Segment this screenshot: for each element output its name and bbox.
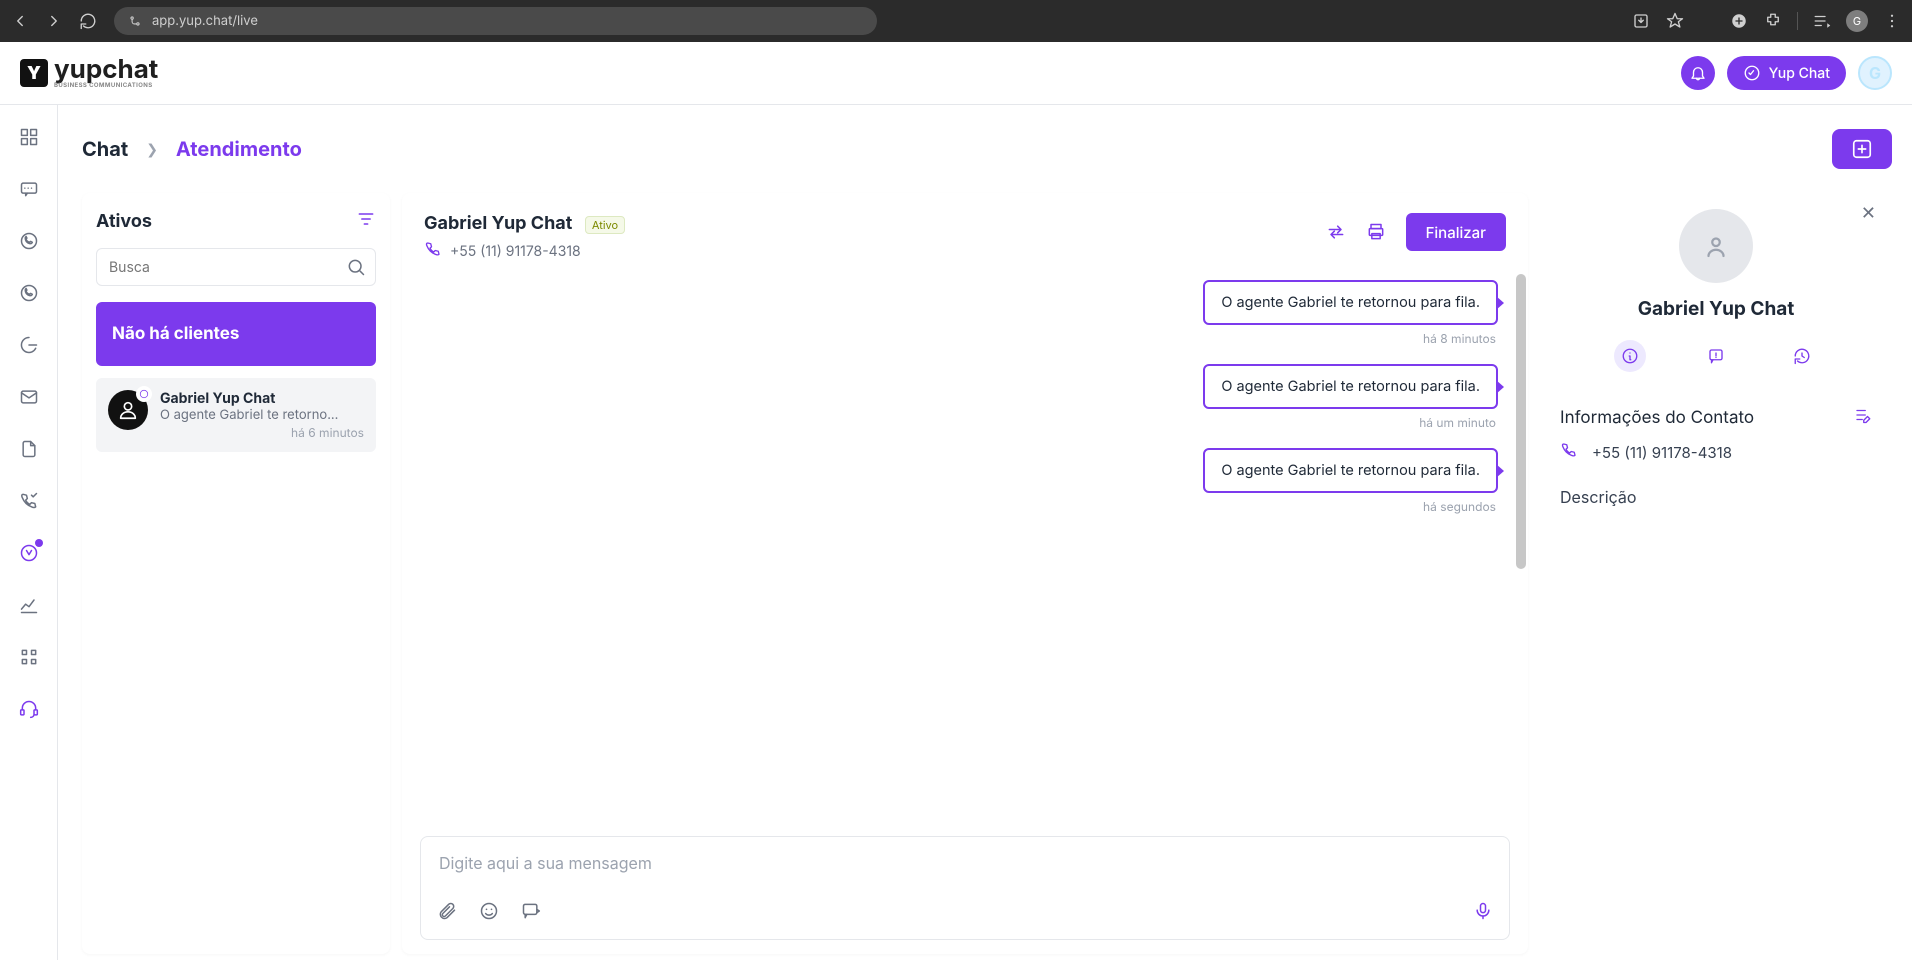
whatsapp-badge-icon (136, 386, 152, 402)
search-input[interactable] (96, 248, 376, 286)
google-icon[interactable] (17, 333, 41, 357)
status-badge: Ativo (585, 216, 625, 234)
chat-item-avatar (108, 390, 148, 430)
breadcrumb-current: Atendimento (176, 137, 302, 161)
message-time: há um minuto (1419, 415, 1496, 430)
filter-icon[interactable] (356, 209, 376, 234)
conversation-panel: Gabriel Yup Chat Ativo +55 (11) 91178-43… (402, 193, 1528, 954)
contact-name: Gabriel Yup Chat (1560, 297, 1872, 320)
tab-info[interactable] (1614, 340, 1646, 372)
app-topbar: Y yupchat BUSINESS COMMUNICATIONS Yup Ch… (0, 42, 1912, 105)
message-composer (420, 836, 1510, 940)
yup-chat-label: Yup Chat (1769, 65, 1830, 82)
email-icon[interactable] (17, 385, 41, 409)
brand-name: yupchat (54, 57, 158, 83)
sms-icon[interactable] (17, 177, 41, 201)
analytics-icon[interactable] (17, 593, 41, 617)
chat-item-preview: O agente Gabriel te retorno... (160, 407, 364, 423)
browser-menu-icon[interactable] (1882, 11, 1902, 31)
messages-scroll[interactable]: O agente Gabriel te retornou para fila. … (402, 274, 1528, 830)
support-icon[interactable] (17, 697, 41, 721)
dashboard-icon[interactable] (17, 125, 41, 149)
apps-icon[interactable] (17, 645, 41, 669)
scrollbar-thumb[interactable] (1516, 274, 1526, 569)
message-time: há 8 minutos (1423, 331, 1496, 346)
no-clients-banner: Não há clientes (96, 302, 376, 366)
emoji-icon[interactable] (479, 901, 499, 925)
browser-url-text: app.yup.chat/live (152, 13, 258, 29)
description-title: Descrição (1560, 487, 1872, 507)
brand-logo[interactable]: Y yupchat BUSINESS COMMUNICATIONS (20, 57, 158, 89)
sidebar-nav (0, 105, 58, 960)
mic-icon[interactable] (1473, 901, 1493, 925)
new-chat-button[interactable] (1832, 129, 1892, 169)
message-bubble: O agente Gabriel te retornou para fila. (1203, 364, 1498, 409)
whatsapp2-icon[interactable] (17, 281, 41, 305)
call-check-icon[interactable] (17, 489, 41, 513)
user-avatar[interactable]: G (1858, 56, 1892, 90)
conversation-phone: +55 (11) 91178-4318 (450, 243, 581, 260)
print-icon[interactable] (1366, 222, 1386, 242)
contact-phone: +55 (11) 91178-4318 (1592, 443, 1732, 462)
chat-list-item[interactable]: Gabriel Yup Chat O agente Gabriel te ret… (96, 378, 376, 452)
contact-panel: ✕ Gabriel Yup Chat Informações do Contat… (1540, 193, 1892, 954)
tab-history[interactable] (1786, 340, 1818, 372)
breadcrumb-root[interactable]: Chat (82, 137, 128, 161)
search-icon[interactable] (346, 257, 366, 281)
tab-notes[interactable] (1700, 340, 1732, 372)
yup-chat-button[interactable]: Yup Chat (1727, 56, 1846, 90)
attach-icon[interactable] (437, 901, 457, 925)
contact-info-title: Informações do Contato (1560, 408, 1754, 428)
phone-icon (1560, 441, 1578, 463)
message-time: há segundos (1423, 499, 1496, 514)
finalize-button[interactable]: Finalizar (1406, 213, 1506, 251)
quick-reply-icon[interactable] (521, 901, 541, 925)
browser-back-icon[interactable] (10, 11, 30, 31)
phone-icon (424, 240, 442, 262)
message-input[interactable] (437, 851, 1493, 883)
chat-item-time: há 6 minutos (160, 425, 364, 440)
active-chats-panel: Ativos Não há clientes (82, 193, 390, 954)
chevron-right-icon: ❯ (146, 141, 158, 158)
notifications-button[interactable] (1681, 56, 1715, 90)
whatsapp-icon[interactable] (17, 229, 41, 253)
transfer-icon[interactable] (1326, 222, 1346, 242)
browser-extensions-icon[interactable] (1763, 11, 1783, 31)
browser-playlist-icon[interactable] (1812, 11, 1832, 31)
browser-plus-icon[interactable] (1729, 11, 1749, 31)
browser-install-icon[interactable] (1631, 11, 1651, 31)
finalize-label: Finalizar (1426, 223, 1486, 242)
live-chat-icon[interactable] (17, 541, 41, 565)
contact-avatar (1679, 209, 1753, 283)
browser-reload-icon[interactable] (78, 11, 98, 31)
browser-chrome: app.yup.chat/live G (0, 0, 1912, 42)
conversation-contact-name: Gabriel Yup Chat (424, 213, 572, 234)
chat-item-name: Gabriel Yup Chat (160, 390, 364, 407)
browser-forward-icon[interactable] (44, 11, 64, 31)
message-bubble: O agente Gabriel te retornou para fila. (1203, 448, 1498, 493)
breadcrumb: Chat ❯ Atendimento (82, 137, 302, 161)
message-bubble: O agente Gabriel te retornou para fila. (1203, 280, 1498, 325)
browser-url-bar[interactable]: app.yup.chat/live (114, 7, 877, 35)
browser-profile-avatar[interactable]: G (1846, 10, 1868, 32)
document-icon[interactable] (17, 437, 41, 461)
browser-star-icon[interactable] (1665, 11, 1685, 31)
edit-icon[interactable] (1854, 406, 1872, 429)
brand-subtitle: BUSINESS COMMUNICATIONS (54, 83, 158, 89)
active-chats-title: Ativos (96, 211, 152, 232)
close-icon[interactable]: ✕ (1861, 203, 1876, 224)
